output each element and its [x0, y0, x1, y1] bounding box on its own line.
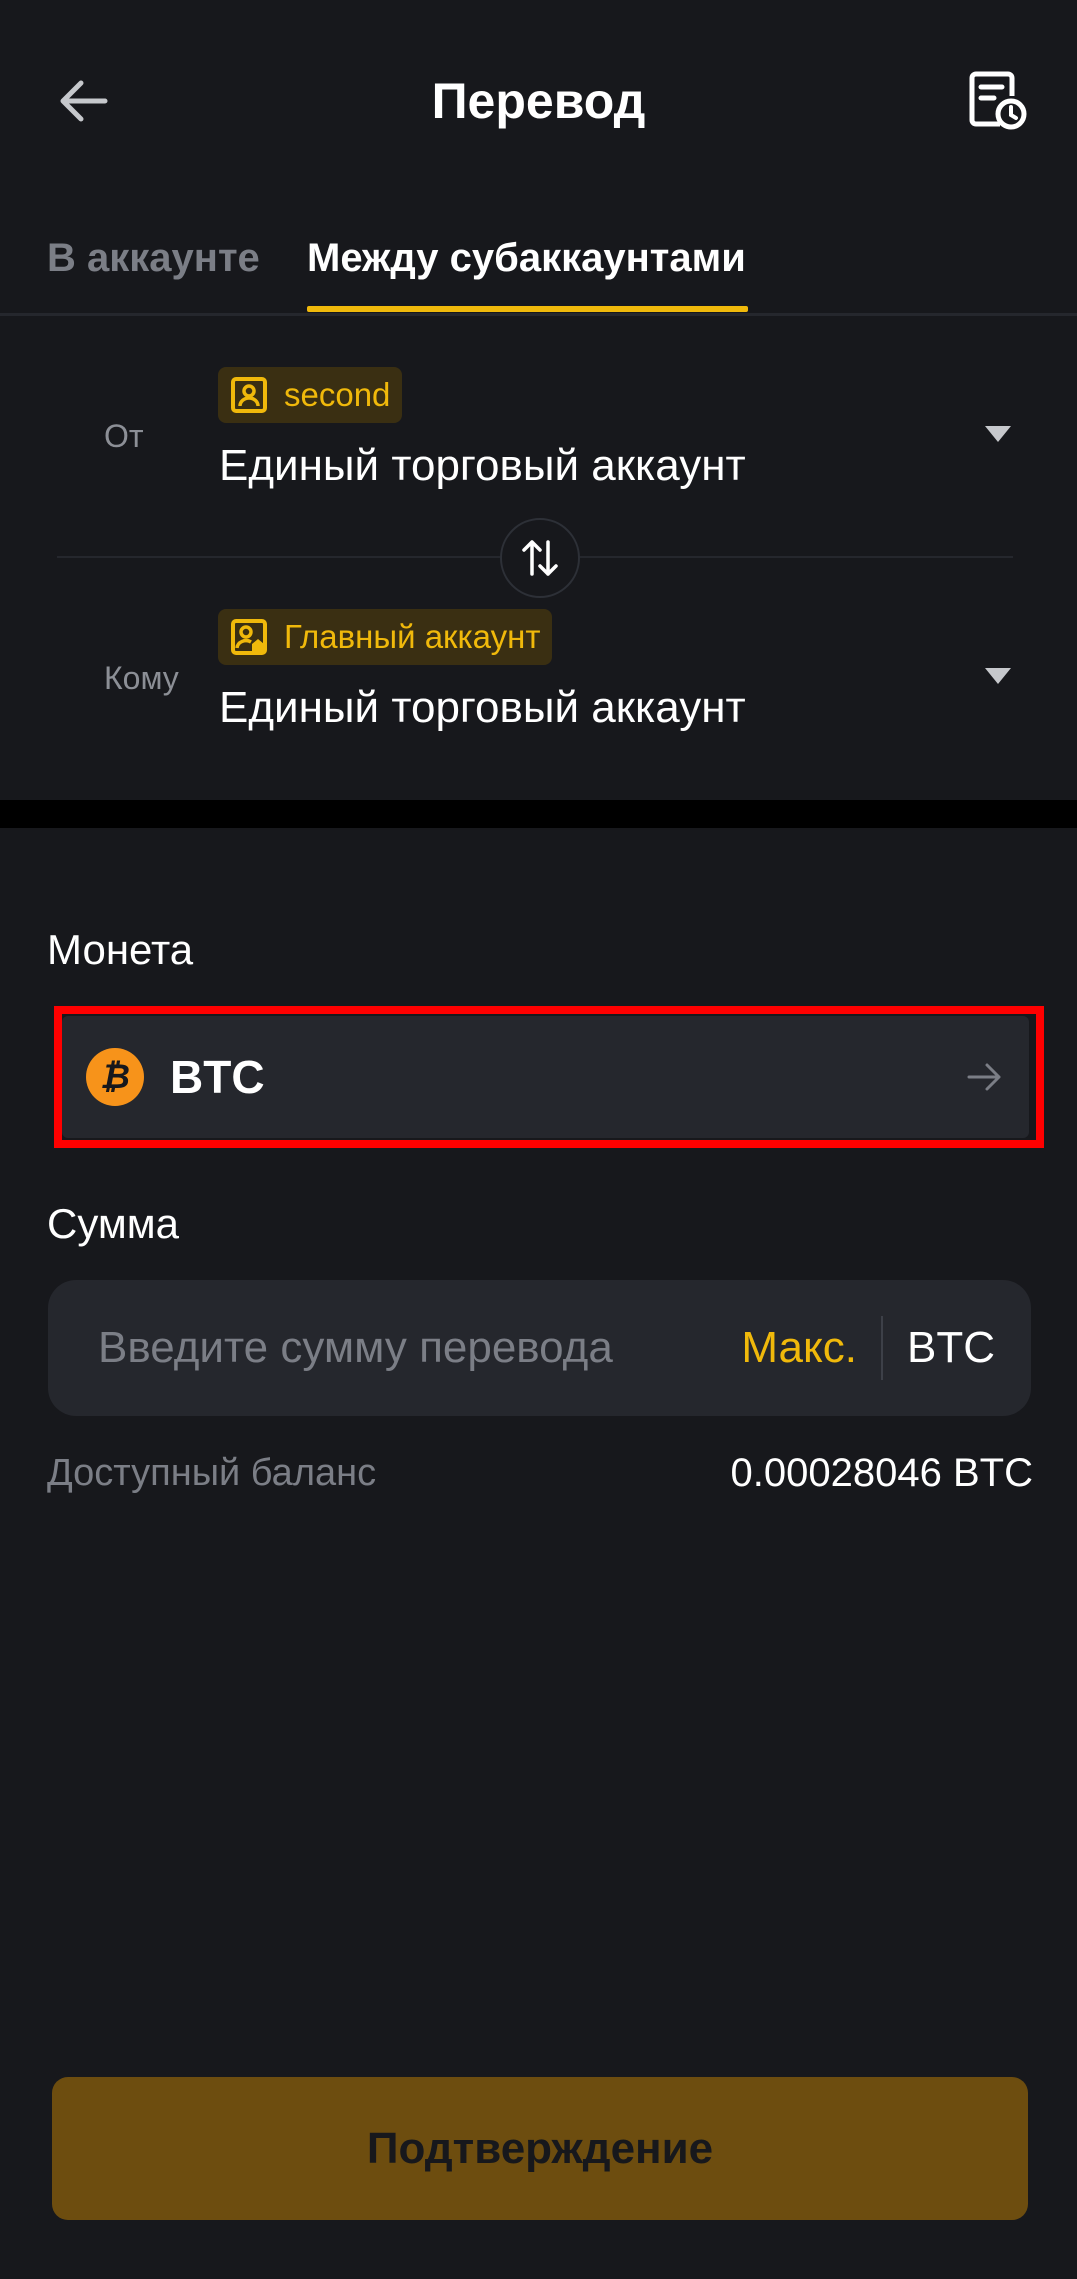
to-account-row[interactable]: Кому Главный аккаунт Единый торговый акк… — [0, 602, 1077, 752]
from-dropdown-caret-icon — [985, 426, 1011, 442]
amount-unit: BTC — [907, 1323, 995, 1372]
from-account-type: Единый торговый аккаунт — [219, 441, 746, 490]
to-subaccount-name: Главный аккаунт — [284, 618, 541, 655]
header: Перевод — [0, 0, 1077, 200]
confirm-button[interactable]: Подтверждение — [52, 2077, 1028, 2220]
main-account-icon — [230, 618, 268, 656]
tab-between-subaccounts[interactable]: Между субаккаунтами — [307, 228, 746, 288]
selected-coin: BTC — [170, 1051, 265, 1103]
tab-bar: В аккаунте Между субаккаунтами — [0, 210, 1077, 316]
from-label: От — [104, 418, 144, 454]
from-account-row[interactable]: От second Единый торговый аккаунт — [0, 360, 1077, 510]
from-subaccount-tag: second — [218, 367, 403, 423]
available-balance-value: 0.00028046 BTC — [730, 1451, 1033, 1495]
swap-accounts-button[interactable] — [500, 518, 580, 598]
history-button[interactable] — [962, 66, 1032, 136]
section-separator — [0, 800, 1077, 828]
amount-label: Сумма — [47, 1200, 179, 1247]
from-subaccount-name: second — [284, 376, 391, 413]
amount-input[interactable] — [96, 1322, 742, 1374]
active-tab-indicator — [307, 306, 748, 312]
arrow-right-icon — [967, 1063, 1001, 1091]
tab-within-account[interactable]: В аккаунте — [47, 228, 260, 288]
max-button[interactable]: Макс. — [741, 1316, 883, 1380]
page-title: Перевод — [431, 73, 646, 129]
coin-label: Монета — [47, 926, 194, 973]
to-account-type: Единый торговый аккаунт — [219, 683, 746, 732]
to-subaccount-tag: Главный аккаунт — [218, 609, 553, 665]
user-icon — [230, 376, 268, 414]
to-label: Кому — [104, 660, 179, 696]
transfer-history-icon — [969, 71, 1027, 130]
amount-field: Макс. BTC — [48, 1280, 1031, 1416]
swap-arrows-icon — [522, 540, 558, 576]
available-balance-label: Доступный баланс — [47, 1452, 377, 1494]
to-dropdown-caret-icon — [985, 668, 1011, 684]
coin-selector[interactable]: ₿ BTC — [62, 1016, 1029, 1138]
bitcoin-icon: ₿ — [86, 1048, 144, 1106]
